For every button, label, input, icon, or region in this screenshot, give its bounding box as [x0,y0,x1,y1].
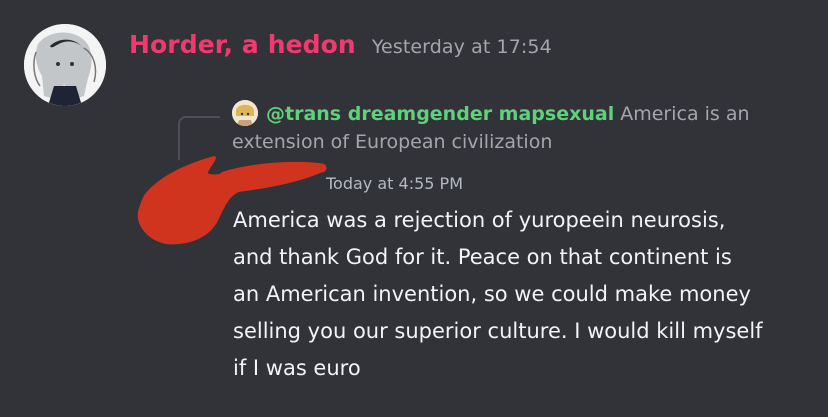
message-line: an American invention, so we could make … [233,282,751,306]
message-line: selling you our superior culture. I woul… [233,319,763,343]
message-body: America was a rejection of yuropeein neu… [233,202,803,387]
message-time[interactable]: Today at 4:55 PM [326,174,463,193]
message-line: if I was euro [233,356,361,380]
message-line: and thank God for it. Peace on that cont… [233,245,732,269]
message-line: America was a rejection of yuropeein neu… [233,208,726,232]
